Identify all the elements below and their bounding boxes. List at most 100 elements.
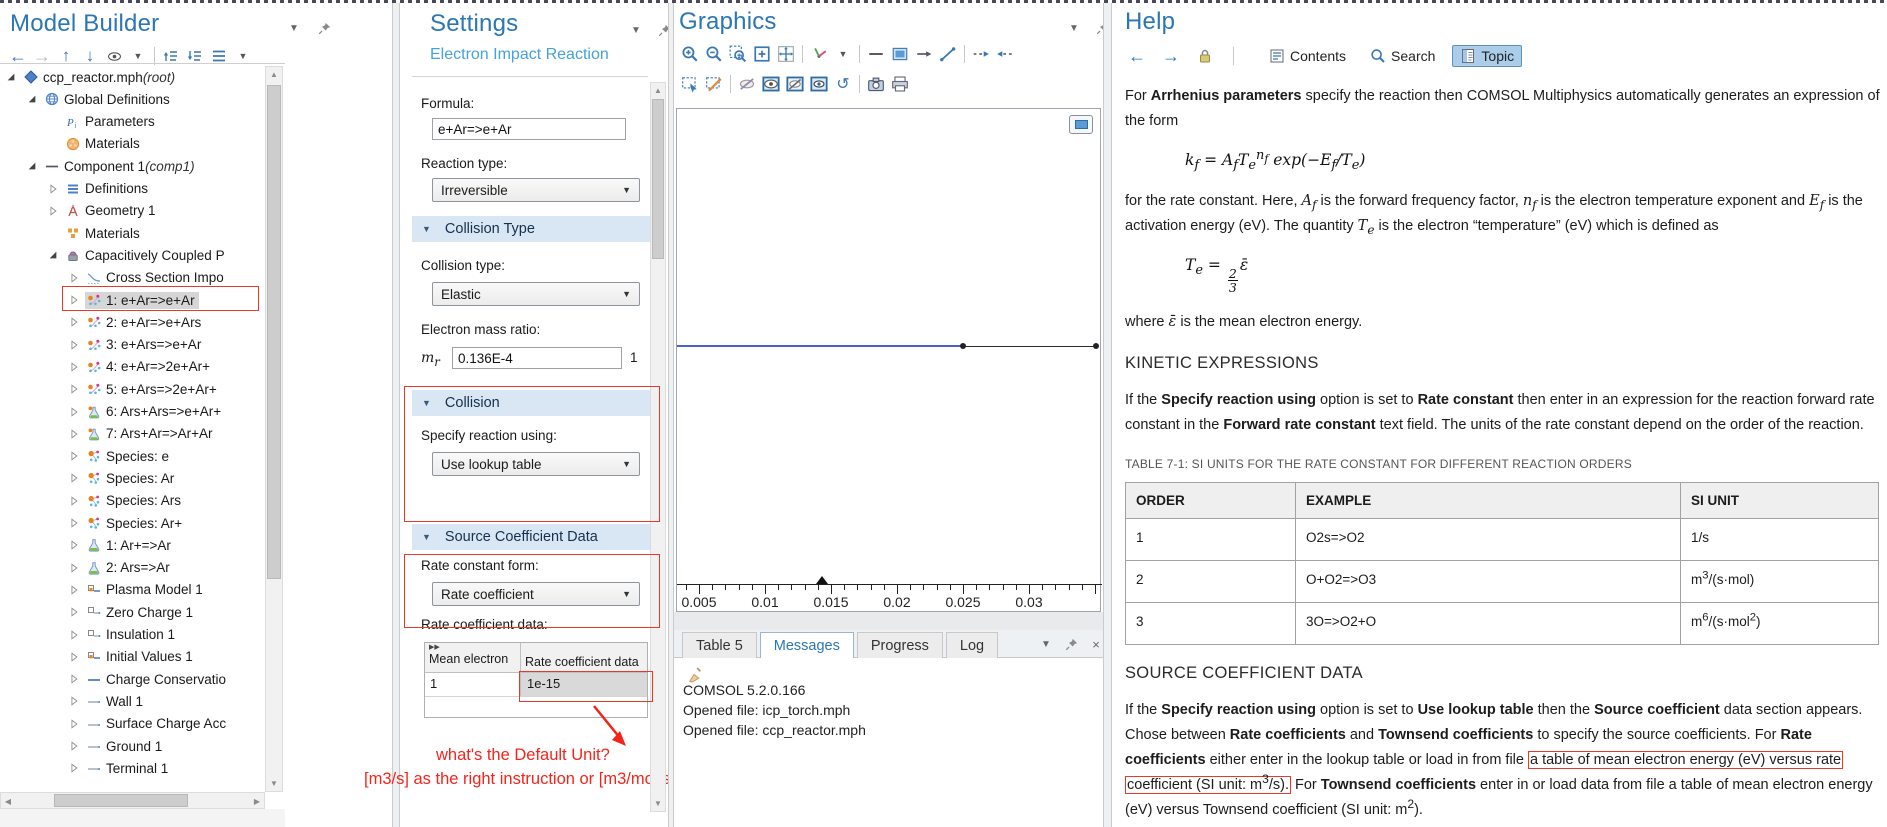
- scroll-up-icon[interactable]: ▲: [651, 86, 665, 95]
- tree-item-content[interactable]: 2: Ars=>Ar: [85, 559, 174, 576]
- tree-item-7-ars-ar-ar-ar[interactable]: 7: Ars+Ar=>Ar+Ar: [0, 423, 263, 445]
- tree-item-wall-1[interactable]: Wall 1: [0, 690, 263, 712]
- tree-item-content[interactable]: 2: e+Ar=>e+Ars: [85, 314, 205, 331]
- tree-item-plasma-model-1[interactable]: Plasma Model 1: [0, 579, 263, 601]
- model-tree-hscrollbar[interactable]: ◀ ▶: [0, 792, 265, 809]
- expand-icon[interactable]: [48, 206, 64, 216]
- measure-in-icon[interactable]: [969, 42, 993, 66]
- panel-menu-icon[interactable]: ▼: [1038, 636, 1054, 652]
- tree-item-content[interactable]: 6: Ars+Ars=>e+Ar+: [85, 403, 225, 420]
- close-icon[interactable]: ×: [1088, 636, 1104, 652]
- tree-item-content[interactable]: Species: Ars: [85, 492, 185, 509]
- tree-item-content[interactable]: Capacitively Coupled P: [64, 247, 229, 264]
- expand-icon[interactable]: [69, 451, 85, 461]
- expand-icon[interactable]: [69, 340, 85, 350]
- tree-item-content[interactable]: Geometry 1: [64, 202, 160, 219]
- forward-icon[interactable]: →: [1159, 44, 1183, 68]
- expand-icon[interactable]: [69, 719, 85, 729]
- expand-icon[interactable]: [69, 295, 85, 305]
- expand-icon[interactable]: [69, 652, 85, 662]
- tree-item-1-ar-ar[interactable]: 1: Ar+=>Ar: [0, 534, 263, 556]
- expand-icon[interactable]: [69, 473, 85, 483]
- back-icon[interactable]: ←: [1125, 44, 1149, 68]
- section-collapse-icon[interactable]: ▼: [422, 532, 431, 542]
- expand-icon[interactable]: [69, 540, 85, 550]
- caret-icon[interactable]: ▼: [231, 44, 255, 68]
- scroll-right-icon[interactable]: ▶: [252, 797, 262, 806]
- scroll-up-icon[interactable]: ▲: [266, 70, 282, 79]
- tree-item-parameters[interactable]: PiParameters: [0, 111, 263, 133]
- scrollbar-thumb[interactable]: [652, 99, 664, 259]
- tree-item-5-e-ars-2e-ar[interactable]: 5: e+Ars=>2e+Ar+: [0, 378, 263, 400]
- table-header-mean-electron[interactable]: ▶▶ Mean electron: [425, 643, 521, 672]
- view-front-icon[interactable]: [759, 72, 783, 96]
- rate-constant-form-select[interactable]: Rate coefficient▼: [432, 582, 640, 606]
- expand-icon[interactable]: [69, 273, 85, 283]
- section-source-coefficient-data[interactable]: ▼ Source Coefficient Data: [412, 524, 650, 550]
- tab-log[interactable]: Log: [946, 632, 998, 658]
- tree-item-content[interactable]: Ground 1: [85, 738, 166, 755]
- back-icon[interactable]: ←: [6, 44, 30, 68]
- specify-reaction-select[interactable]: Use lookup table▼: [432, 452, 640, 476]
- expand-icon[interactable]: [69, 317, 85, 327]
- tree-item-content[interactable]: Species: Ar: [85, 470, 178, 487]
- collapse-icon[interactable]: [6, 72, 22, 82]
- tree-item-content[interactable]: Species: Ar+: [85, 515, 186, 532]
- line-icon[interactable]: [864, 42, 888, 66]
- arrow-icon[interactable]: [912, 42, 936, 66]
- scroll-down-icon[interactable]: ▼: [651, 799, 665, 808]
- expand-icon[interactable]: [69, 362, 85, 372]
- tree-item-content[interactable]: Component 1 (comp1): [43, 158, 199, 175]
- expand-icon[interactable]: [69, 563, 85, 573]
- zoom-box-icon[interactable]: [726, 42, 750, 66]
- table-header-rate-coefficient[interactable]: Rate coefficient data: [521, 643, 647, 672]
- tree-item-content[interactable]: 1: e+Ar=>e+Ar: [85, 292, 199, 309]
- formula-input[interactable]: [432, 118, 626, 140]
- tree-item-content[interactable]: Plasma Model 1: [85, 581, 207, 598]
- view-hide-icon[interactable]: [783, 72, 807, 96]
- expand-icon[interactable]: [69, 763, 85, 773]
- diagonal-icon[interactable]: [936, 42, 960, 66]
- hide-geometry-icon[interactable]: [735, 72, 759, 96]
- expand-icon[interactable]: [69, 674, 85, 684]
- tree-item-content[interactable]: Cross Section Impo: [85, 269, 228, 286]
- tree-item-geometry-1[interactable]: Geometry 1: [0, 200, 263, 222]
- topic-button[interactable]: Topic: [1452, 45, 1522, 67]
- tree-item-definitions[interactable]: Definitions: [0, 178, 263, 200]
- caret-icon[interactable]: ▼: [126, 44, 150, 68]
- tree-item-cross-section-impo[interactable]: Cross Section Impo: [0, 267, 263, 289]
- scroll-left-icon[interactable]: ◀: [3, 797, 13, 806]
- tree-item-insulation-1[interactable]: Insulation 1: [0, 624, 263, 646]
- collapse-icon[interactable]: [27, 94, 43, 104]
- expand-icon[interactable]: [69, 407, 85, 417]
- tree-item-6-ars-ars-e-ar[interactable]: 6: Ars+Ars=>e+Ar+: [0, 401, 263, 423]
- reaction-type-select[interactable]: Irreversible▼: [432, 178, 640, 202]
- column-move-icon[interactable]: ▶▶: [429, 644, 516, 652]
- tree-item-2-ars-ar[interactable]: 2: Ars=>Ar: [0, 557, 263, 579]
- expand-icon[interactable]: [69, 585, 85, 595]
- expand-icon[interactable]: [69, 429, 85, 439]
- image-frame-icon[interactable]: [888, 42, 912, 66]
- tree-item-content[interactable]: Terminal 1: [85, 760, 172, 777]
- contents-button[interactable]: Contents: [1262, 46, 1353, 66]
- collision-type-select[interactable]: Elastic▼: [432, 282, 640, 306]
- table-cell-rate-coefficient[interactable]: 1e-15: [521, 673, 647, 696]
- geometry-vertex[interactable]: [960, 343, 966, 349]
- tree-item-species-ar[interactable]: Species: Ar: [0, 467, 263, 489]
- geometry-domain-selected[interactable]: [677, 345, 963, 347]
- tree-item-terminal-1[interactable]: Terminal 1: [0, 757, 263, 779]
- pin-icon[interactable]: [1063, 636, 1079, 652]
- tree-item-2-e-ar-e-ars[interactable]: 2: e+Ar=>e+Ars: [0, 311, 263, 333]
- tree-item-materials[interactable]: Materials: [0, 133, 263, 155]
- caret-icon[interactable]: ▼: [831, 42, 855, 66]
- panel-menu-icon[interactable]: ▼: [286, 20, 302, 36]
- geometry-domain[interactable]: [963, 346, 1096, 348]
- tab-progress[interactable]: Progress: [857, 632, 943, 658]
- panel-menu-icon[interactable]: ▼: [1066, 20, 1082, 36]
- tree-item-content[interactable]: 1: Ar+=>Ar: [85, 537, 175, 554]
- tree-item-3-e-ars-e-ar[interactable]: 3: e+Ars=>e+Ar: [0, 334, 263, 356]
- measure-out-icon[interactable]: [993, 42, 1017, 66]
- tree-item-content[interactable]: 7: Ars+Ar=>Ar+Ar: [85, 425, 217, 442]
- tree-item-1-e-ar-e-ar[interactable]: 1: e+Ar=>e+Ar: [0, 289, 263, 311]
- tab-messages[interactable]: Messages: [760, 632, 854, 658]
